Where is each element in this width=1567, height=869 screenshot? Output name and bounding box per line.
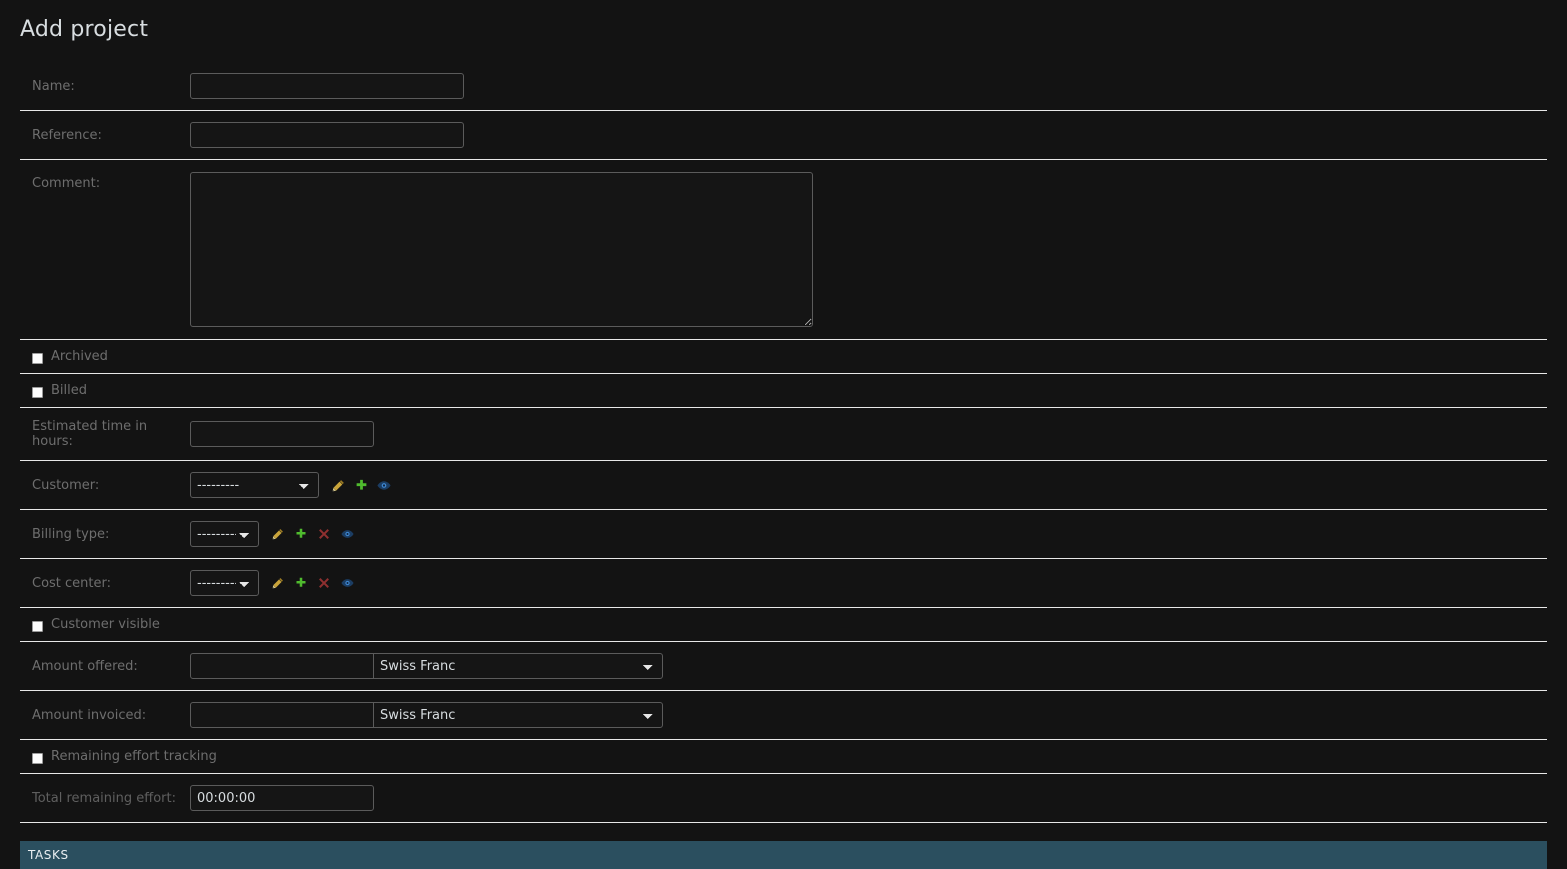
- amount-offered-label: Amount offered:: [32, 658, 138, 674]
- customer-select[interactable]: ---------: [190, 472, 319, 498]
- remaining-effort-tracking-checkbox-wrap[interactable]: Remaining effort tracking: [32, 749, 217, 764]
- billing-type-actions: [271, 527, 354, 541]
- tasks-title: TASKS: [28, 848, 69, 862]
- amount-offered-input[interactable]: [190, 653, 374, 679]
- estimated-time-label: Estimated time in hours:: [32, 419, 148, 449]
- name-input[interactable]: [190, 73, 464, 99]
- project-form: Name: Reference: Comment: Archived Bille…: [0, 62, 1567, 823]
- form-row-customer-visible: Customer visible: [20, 608, 1547, 642]
- cross-icon[interactable]: [317, 527, 331, 541]
- estimated-time-input[interactable]: [190, 421, 374, 447]
- name-field-wrap: [190, 73, 1547, 99]
- total-remaining-effort-field-wrap: [190, 785, 1547, 811]
- tasks-section-header: TASKS: [20, 841, 1547, 869]
- cost-center-actions: [271, 576, 354, 590]
- total-remaining-effort-label: Total remaining effort:: [32, 790, 176, 806]
- pencil-icon[interactable]: [331, 478, 345, 492]
- form-row-amount-offered: Amount offered: Swiss Franc: [20, 642, 1547, 691]
- comment-textarea[interactable]: [190, 172, 813, 327]
- customer-actions: [331, 478, 391, 492]
- billing-type-label: Billing type:: [32, 526, 110, 542]
- amount-invoiced-currency-select[interactable]: Swiss Franc: [373, 702, 663, 728]
- cost-center-select[interactable]: ---------: [190, 570, 259, 596]
- eye-icon[interactable]: [377, 478, 391, 492]
- form-row-remaining-effort-tracking: Remaining effort tracking: [20, 740, 1547, 774]
- total-remaining-effort-input[interactable]: [190, 785, 374, 811]
- eye-icon[interactable]: [340, 576, 354, 590]
- plus-icon[interactable]: [354, 478, 368, 492]
- name-label: Name:: [32, 78, 75, 94]
- cost-center-field-wrap: ---------: [190, 570, 1547, 596]
- form-row-billing-type: Billing type: ---------: [20, 510, 1547, 559]
- form-row-name: Name:: [20, 62, 1547, 111]
- reference-label: Reference:: [32, 127, 102, 143]
- billing-type-select[interactable]: ---------: [190, 521, 259, 547]
- remaining-effort-tracking-checkbox[interactable]: [32, 753, 43, 764]
- plus-icon[interactable]: [294, 576, 308, 590]
- remaining-effort-tracking-label: Remaining effort tracking: [51, 749, 217, 764]
- form-row-customer: Customer: ---------: [20, 461, 1547, 510]
- form-row-archived: Archived: [20, 340, 1547, 374]
- amount-invoiced-field-wrap: Swiss Franc: [190, 702, 1547, 728]
- page-title: Add project: [20, 17, 149, 42]
- eye-icon[interactable]: [340, 527, 354, 541]
- form-row-cost-center: Cost center: ---------: [20, 559, 1547, 608]
- billed-checkbox-wrap[interactable]: Billed: [32, 383, 87, 398]
- reference-input[interactable]: [190, 122, 464, 148]
- pencil-icon[interactable]: [271, 576, 285, 590]
- cost-center-label: Cost center:: [32, 575, 112, 591]
- pencil-icon[interactable]: [271, 527, 285, 541]
- form-row-amount-invoiced: Amount invoiced: Swiss Franc: [20, 691, 1547, 740]
- form-row-reference: Reference:: [20, 111, 1547, 160]
- archived-checkbox[interactable]: [32, 353, 43, 364]
- amount-invoiced-input[interactable]: [190, 702, 374, 728]
- amount-offered-field-wrap: Swiss Franc: [190, 653, 1547, 679]
- cross-icon[interactable]: [317, 576, 331, 590]
- billed-label: Billed: [51, 383, 88, 398]
- add-project-page: Add project Name: Reference: Comment: Ar…: [0, 0, 1567, 869]
- customer-visible-checkbox-wrap[interactable]: Customer visible: [32, 617, 160, 632]
- billing-type-field-wrap: ---------: [190, 521, 1547, 547]
- estimated-time-field-wrap: [190, 421, 1547, 447]
- comment-label: Comment:: [32, 176, 101, 191]
- plus-icon[interactable]: [294, 527, 308, 541]
- amount-offered-currency-select[interactable]: Swiss Franc: [373, 653, 663, 679]
- comment-field-wrap: [190, 172, 1547, 327]
- reference-field-wrap: [190, 122, 1547, 148]
- form-row-total-remaining-effort: Total remaining effort:: [20, 774, 1547, 823]
- customer-field-wrap: ---------: [190, 472, 1547, 498]
- form-row-estimated-time: Estimated time in hours:: [20, 408, 1547, 461]
- customer-label: Customer:: [32, 477, 100, 493]
- customer-visible-label: Customer visible: [51, 617, 160, 632]
- archived-label: Archived: [51, 349, 108, 364]
- billed-checkbox[interactable]: [32, 387, 43, 398]
- form-row-billed: Billed: [20, 374, 1547, 408]
- form-row-comment: Comment:: [20, 160, 1547, 340]
- archived-checkbox-wrap[interactable]: Archived: [32, 349, 108, 364]
- amount-invoiced-label: Amount invoiced:: [32, 707, 147, 723]
- customer-visible-checkbox[interactable]: [32, 621, 43, 632]
